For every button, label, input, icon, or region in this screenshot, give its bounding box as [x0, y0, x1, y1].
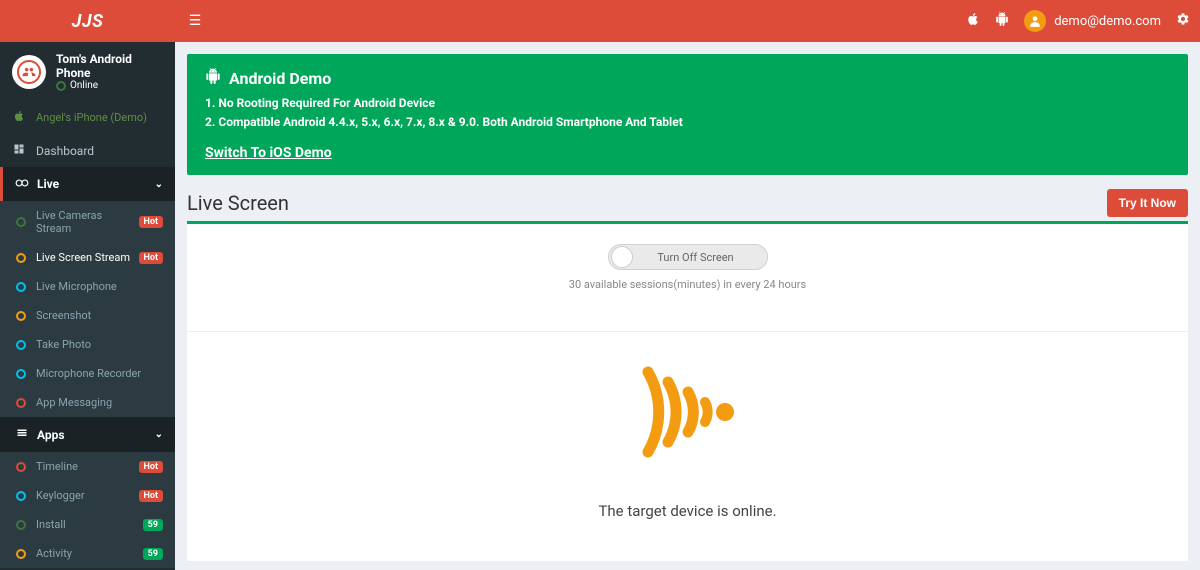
- circle-icon: [16, 282, 26, 292]
- circle-icon: [16, 462, 26, 472]
- sidebar-toggle[interactable]: ☰: [175, 13, 215, 29]
- sidebar-item-take-photo[interactable]: Take Photo: [0, 330, 175, 359]
- circle-icon: [16, 491, 26, 501]
- demo-banner: Android Demo 1. No Rooting Required For …: [187, 54, 1188, 175]
- android-icon[interactable]: [995, 12, 1009, 30]
- sidebar-section-apps[interactable]: Apps ⌄: [0, 417, 175, 452]
- circle-icon: [16, 217, 26, 227]
- apple-icon[interactable]: [966, 12, 980, 30]
- sidebar-section-live[interactable]: Live ⌄: [0, 167, 175, 201]
- live-label: Live: [37, 177, 59, 191]
- signal-icon: [207, 362, 1168, 462]
- dashboard-label: Dashboard: [36, 144, 94, 158]
- sidebar-item-app-messaging[interactable]: App Messaging: [0, 388, 175, 417]
- sidebar-item-live-cameras[interactable]: Live Cameras Stream Hot: [0, 201, 175, 243]
- banner-line2: 2. Compatible Android 4.4.x, 5.x, 6.x, 7…: [205, 113, 1170, 132]
- circle-icon: [16, 311, 26, 321]
- user-menu[interactable]: demo@demo.com: [1024, 10, 1161, 32]
- sidebar-item-install[interactable]: Install 59: [0, 510, 175, 539]
- dashboard-icon: [12, 143, 26, 158]
- device-name: Tom's Android Phone: [56, 52, 163, 80]
- banner-title: Android Demo: [229, 69, 331, 88]
- circle-icon: [16, 520, 26, 530]
- device-status-message: The target device is online.: [207, 502, 1168, 520]
- device-avatar-icon: [12, 55, 46, 89]
- secondary-device-label: Angel's iPhone (Demo): [36, 111, 147, 124]
- hamburger-icon: ☰: [189, 13, 202, 29]
- android-icon: [205, 68, 221, 88]
- user-email: demo@demo.com: [1054, 14, 1161, 29]
- circle-icon: [16, 340, 26, 350]
- sidebar-item-live-screen[interactable]: Live Screen Stream Hot: [0, 243, 175, 272]
- sidebar-item-activity[interactable]: Activity 59: [0, 539, 175, 568]
- chevron-down-icon: ⌄: [155, 179, 163, 190]
- device-status: Online: [56, 80, 163, 91]
- banner-line1: 1. No Rooting Required For Android Devic…: [205, 94, 1170, 113]
- sidebar-item-live-microphone[interactable]: Live Microphone: [0, 272, 175, 301]
- logo-text: JJS: [72, 11, 104, 32]
- sidebar-item-dashboard[interactable]: Dashboard: [0, 134, 175, 167]
- apps-label: Apps: [37, 428, 65, 442]
- user-avatar-icon: [1024, 10, 1046, 32]
- live-icon: [15, 177, 29, 191]
- switch-demo-link[interactable]: Switch To iOS Demo: [205, 145, 332, 161]
- circle-icon: [16, 398, 26, 408]
- circle-icon: [16, 369, 26, 379]
- sidebar-item-screenshot[interactable]: Screenshot: [0, 301, 175, 330]
- sidebar-item-keylogger[interactable]: Keylogger Hot: [0, 481, 175, 510]
- sidebar-item-microphone-recorder[interactable]: Microphone Recorder: [0, 359, 175, 388]
- circle-icon: [16, 253, 26, 263]
- session-info: 30 available sessions(minutes) in every …: [207, 278, 1168, 291]
- apps-icon: [15, 427, 29, 442]
- logo[interactable]: JJS: [0, 0, 175, 42]
- chevron-down-icon: ⌄: [155, 429, 163, 440]
- try-it-button[interactable]: Try It Now: [1107, 189, 1188, 217]
- toggle-handle-icon: [611, 246, 633, 268]
- sidebar-item-timeline[interactable]: Timeline Hot: [0, 452, 175, 481]
- screen-toggle[interactable]: Turn Off Screen: [608, 244, 768, 270]
- sidebar-item-secondary-device[interactable]: Angel's iPhone (Demo): [0, 101, 175, 134]
- page-title: Live Screen: [187, 191, 289, 215]
- settings-icon[interactable]: [1176, 12, 1190, 30]
- apple-icon: [12, 110, 26, 125]
- device-panel[interactable]: Tom's Android Phone Online: [0, 42, 175, 101]
- divider: [187, 331, 1188, 332]
- circle-icon: [16, 549, 26, 559]
